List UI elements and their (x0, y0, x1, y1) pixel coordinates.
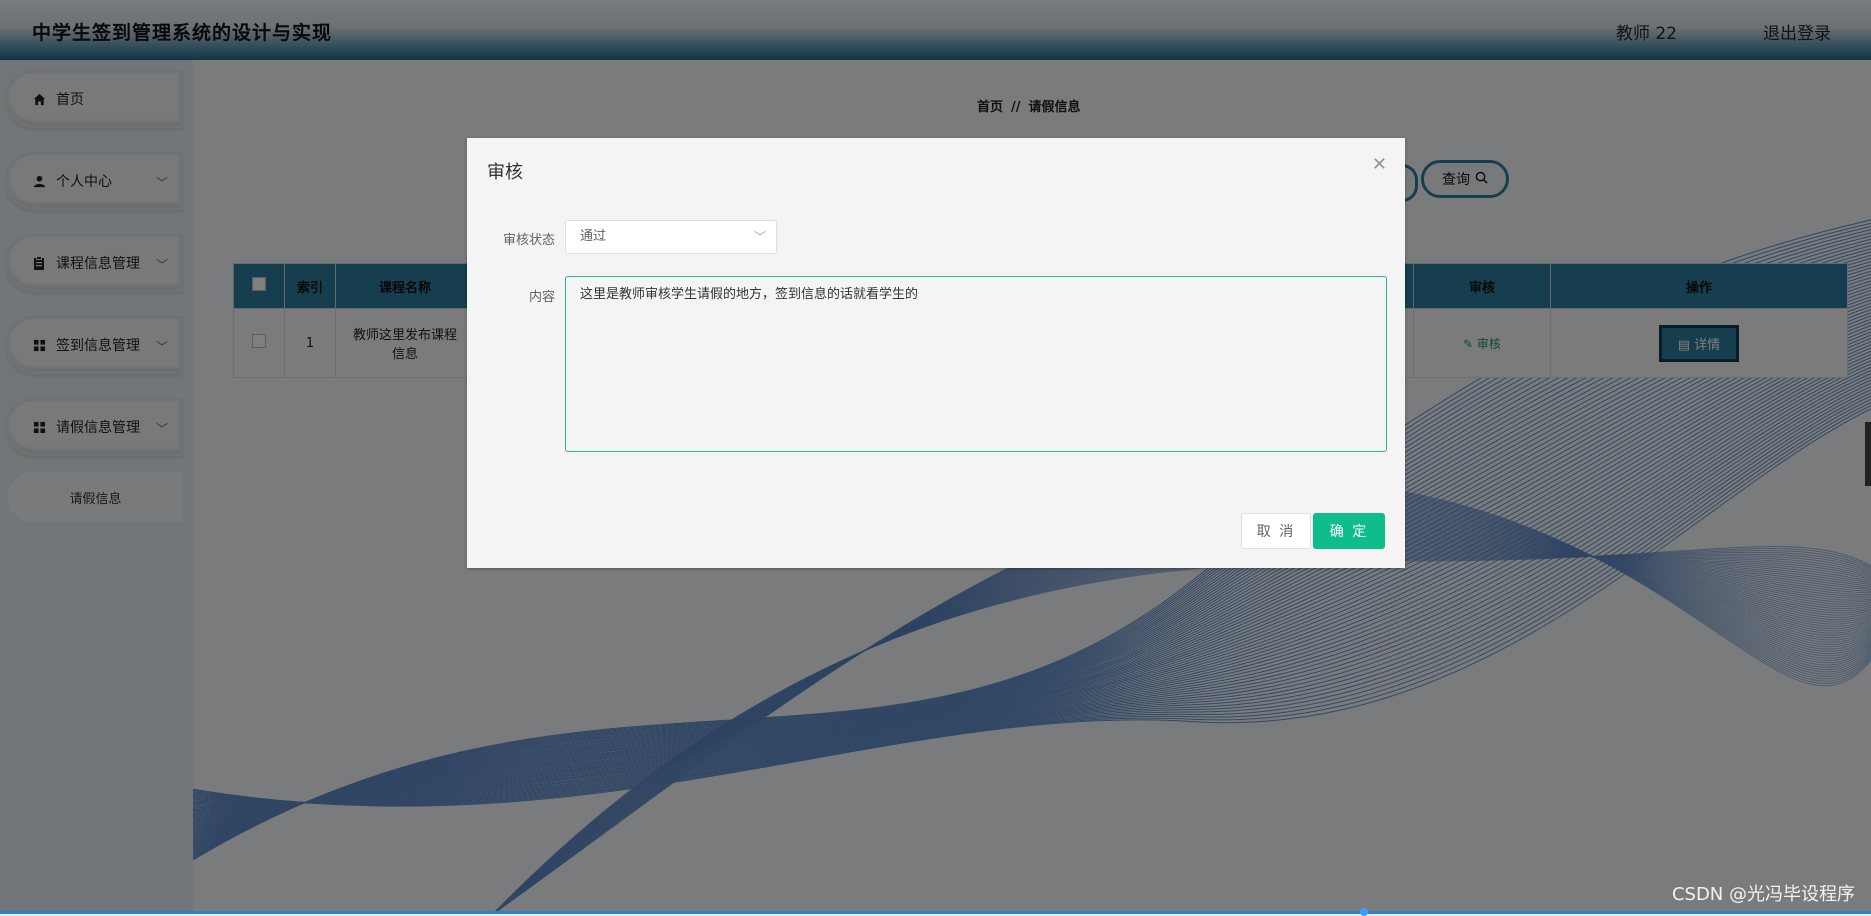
scrollbar-thumb[interactable] (1865, 422, 1871, 486)
content-label: 内容 (528, 290, 555, 305)
status-label: 审核状态 (502, 233, 555, 248)
cancel-button[interactable]: 取 消 (1241, 513, 1311, 549)
progress-indicator (1360, 908, 1368, 916)
dialog-title: 审核 (487, 162, 523, 183)
confirm-button[interactable]: 确 定 (1313, 513, 1385, 549)
status-select[interactable]: 通过 ﹀ (565, 220, 777, 254)
watermark: CSDN @光冯毕设程序 (1671, 884, 1855, 905)
close-icon[interactable]: ✕ (1372, 154, 1387, 175)
content-textarea[interactable]: 这里是教师审核学生请假的地方，签到信息的话就看学生的 (565, 276, 1387, 452)
status-select-value: 通过 (580, 229, 607, 244)
audit-dialog: 审核 ✕ 审核状态 通过 ﹀ 内容 这里是教师审核学生请假的地方，签到信息的话就… (467, 138, 1405, 568)
chevron-down-icon: ﹀ (753, 230, 766, 244)
